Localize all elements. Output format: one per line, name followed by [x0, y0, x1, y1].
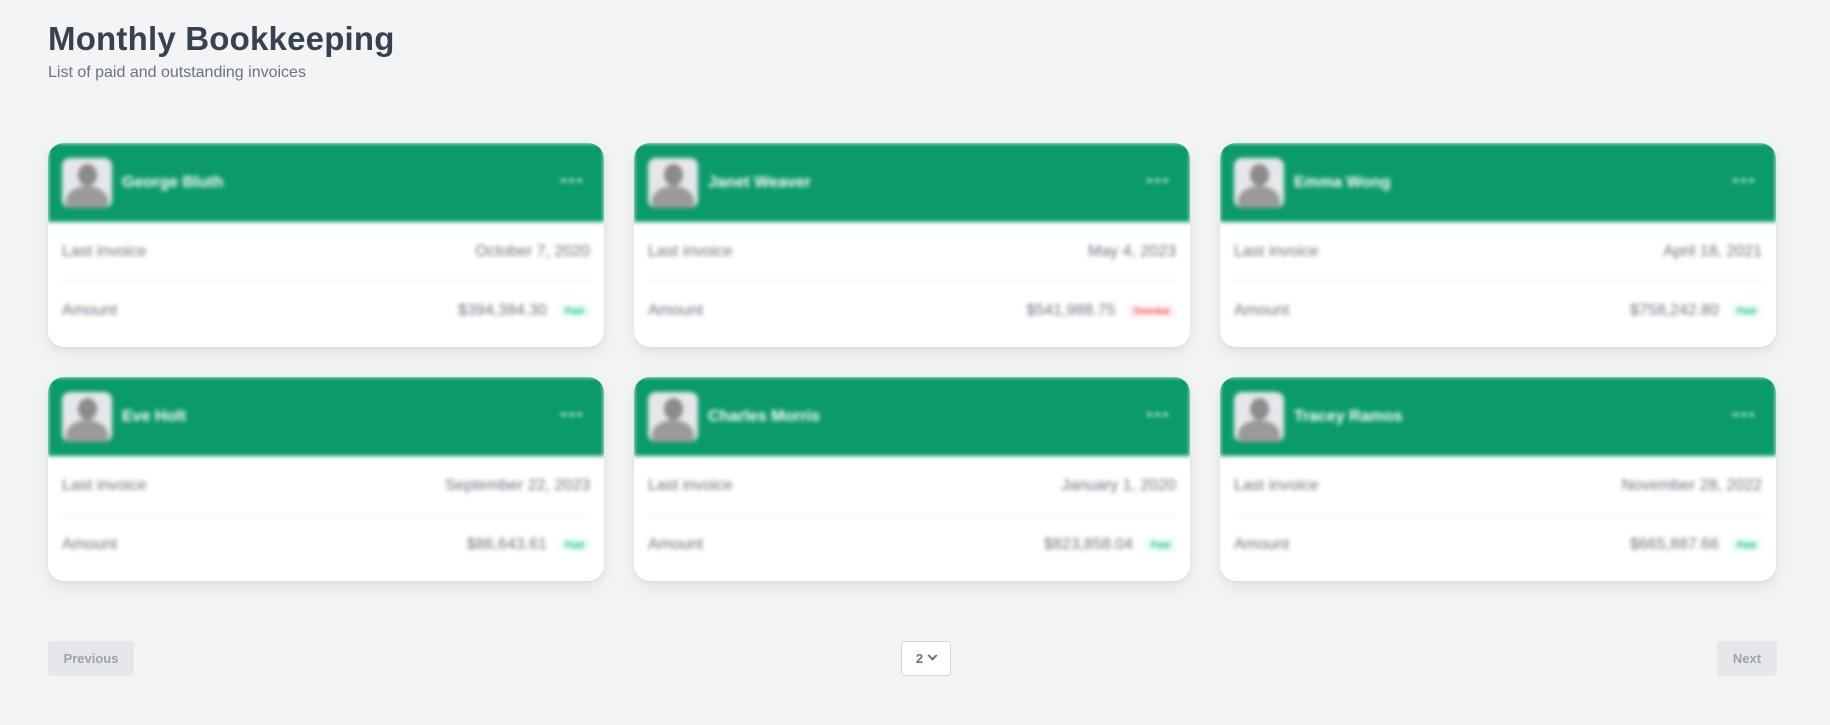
last-invoice-label: Last invoice — [648, 476, 733, 494]
amount-row: Amount $665,887.66 Paid — [1234, 516, 1762, 573]
chevron-down-icon — [927, 650, 938, 661]
card-header: Charles Morris — [634, 377, 1190, 456]
invoice-card: Charles Morris Last invoice January 1, 2… — [634, 377, 1190, 581]
amount-label: Amount — [62, 301, 118, 319]
page-select[interactable]: 2 — [901, 641, 951, 676]
last-invoice-row: Last invoice November 28, 2022 — [1234, 456, 1762, 516]
previous-button[interactable]: Previous — [48, 641, 134, 676]
status-badge: Paid — [558, 303, 590, 318]
amount-label: Amount — [1234, 535, 1290, 553]
next-button[interactable]: Next — [1717, 641, 1777, 676]
last-invoice-date: November 28, 2022 — [1621, 476, 1762, 494]
amount-value: $823,858.04 — [1044, 535, 1133, 553]
last-invoice-date: October 7, 2020 — [475, 242, 590, 260]
amount-value: $758,242.80 — [1630, 301, 1719, 319]
client-name: George Bluth — [122, 173, 224, 191]
client-name: Janet Weaver — [708, 173, 811, 191]
invoice-card: George Bluth Last invoice October 7, 202… — [48, 143, 604, 347]
last-invoice-label: Last invoice — [648, 242, 733, 260]
last-invoice-label: Last invoice — [62, 242, 147, 260]
amount-value-group: $86,643.61 Paid — [467, 536, 590, 554]
more-options-icon[interactable] — [1733, 179, 1754, 182]
card-header: George Bluth — [48, 143, 604, 222]
more-options-icon[interactable] — [561, 179, 582, 182]
invoice-card: Eve Holt Last invoice September 22, 2023… — [48, 377, 604, 581]
amount-row: Amount $758,242.80 Paid — [1234, 282, 1762, 339]
invoice-card: Janet Weaver Last invoice May 4, 2023 Am… — [634, 143, 1190, 347]
last-invoice-row: Last invoice October 7, 2020 — [62, 222, 590, 282]
status-badge: Overdue — [1127, 303, 1176, 318]
avatar — [648, 157, 698, 208]
amount-row: Amount $823,858.04 Paid — [648, 516, 1176, 573]
status-badge: Paid — [1144, 537, 1176, 552]
last-invoice-date: April 18, 2021 — [1663, 242, 1762, 260]
invoice-card: Tracey Ramos Last invoice November 28, 2… — [1220, 377, 1776, 581]
card-header: Janet Weaver — [634, 143, 1190, 222]
client-name: Tracey Ramos — [1294, 407, 1403, 425]
amount-label: Amount — [648, 535, 704, 553]
amount-label: Amount — [648, 301, 704, 319]
amount-row: Amount $394,384.30 Paid — [62, 282, 590, 339]
status-badge: Paid — [1730, 303, 1762, 318]
amount-value: $394,384.30 — [458, 301, 547, 319]
status-badge: Paid — [1730, 537, 1762, 552]
last-invoice-row: Last invoice January 1, 2020 — [648, 456, 1176, 516]
last-invoice-row: Last invoice April 18, 2021 — [1234, 222, 1762, 282]
last-invoice-date: May 4, 2023 — [1087, 242, 1176, 260]
last-invoice-date: January 1, 2020 — [1061, 476, 1176, 494]
client-name: Emma Wong — [1294, 173, 1391, 191]
client-name: Eve Holt — [122, 407, 187, 425]
page-title: Monthly Bookkeeping — [48, 20, 395, 57]
avatar — [62, 391, 112, 442]
amount-value-group: $665,887.66 Paid — [1630, 536, 1762, 554]
amount-label: Amount — [62, 535, 118, 553]
card-header: Tracey Ramos — [1220, 377, 1776, 456]
last-invoice-row: Last invoice September 22, 2023 — [62, 456, 590, 516]
more-options-icon[interactable] — [1147, 413, 1168, 416]
avatar — [648, 391, 698, 442]
amount-value-group: $823,858.04 Paid — [1044, 536, 1176, 554]
page-select-value: 2 — [915, 651, 924, 666]
amount-row: Amount $541,988.75 Overdue — [648, 282, 1176, 339]
last-invoice-label: Last invoice — [1234, 242, 1319, 260]
amount-value: $665,887.66 — [1630, 535, 1719, 553]
pagination: Previous 2 Next — [48, 641, 1777, 676]
last-invoice-date: September 22, 2023 — [445, 476, 590, 494]
client-name: Charles Morris — [708, 407, 821, 425]
amount-label: Amount — [1234, 301, 1290, 319]
card-header: Eve Holt — [48, 377, 604, 456]
card-header: Emma Wong — [1220, 143, 1776, 222]
last-invoice-label: Last invoice — [62, 476, 147, 494]
last-invoice-label: Last invoice — [1234, 476, 1319, 494]
avatar — [62, 157, 112, 208]
invoice-card: Emma Wong Last invoice April 18, 2021 Am… — [1220, 143, 1776, 347]
last-invoice-row: Last invoice May 4, 2023 — [648, 222, 1176, 282]
avatar — [1234, 157, 1284, 208]
more-options-icon[interactable] — [1733, 413, 1754, 416]
avatar — [1234, 391, 1284, 442]
amount-value: $541,988.75 — [1026, 301, 1116, 319]
invoice-card-grid: George Bluth Last invoice October 7, 202… — [48, 143, 1777, 581]
page: Monthly Bookkeeping List of paid and out… — [0, 0, 1830, 725]
amount-value-group: $394,384.30 Paid — [458, 302, 590, 320]
amount-row: Amount $86,643.61 Paid — [62, 516, 590, 573]
status-badge: Paid — [558, 537, 590, 552]
amount-value: $86,643.61 — [466, 535, 547, 553]
more-options-icon[interactable] — [1147, 179, 1168, 182]
more-options-icon[interactable] — [561, 413, 582, 416]
amount-value-group: $758,242.80 Paid — [1630, 302, 1762, 320]
amount-value-group: $541,988.75 Overdue — [1026, 301, 1176, 320]
page-subtitle: List of paid and outstanding invoices — [48, 63, 306, 81]
